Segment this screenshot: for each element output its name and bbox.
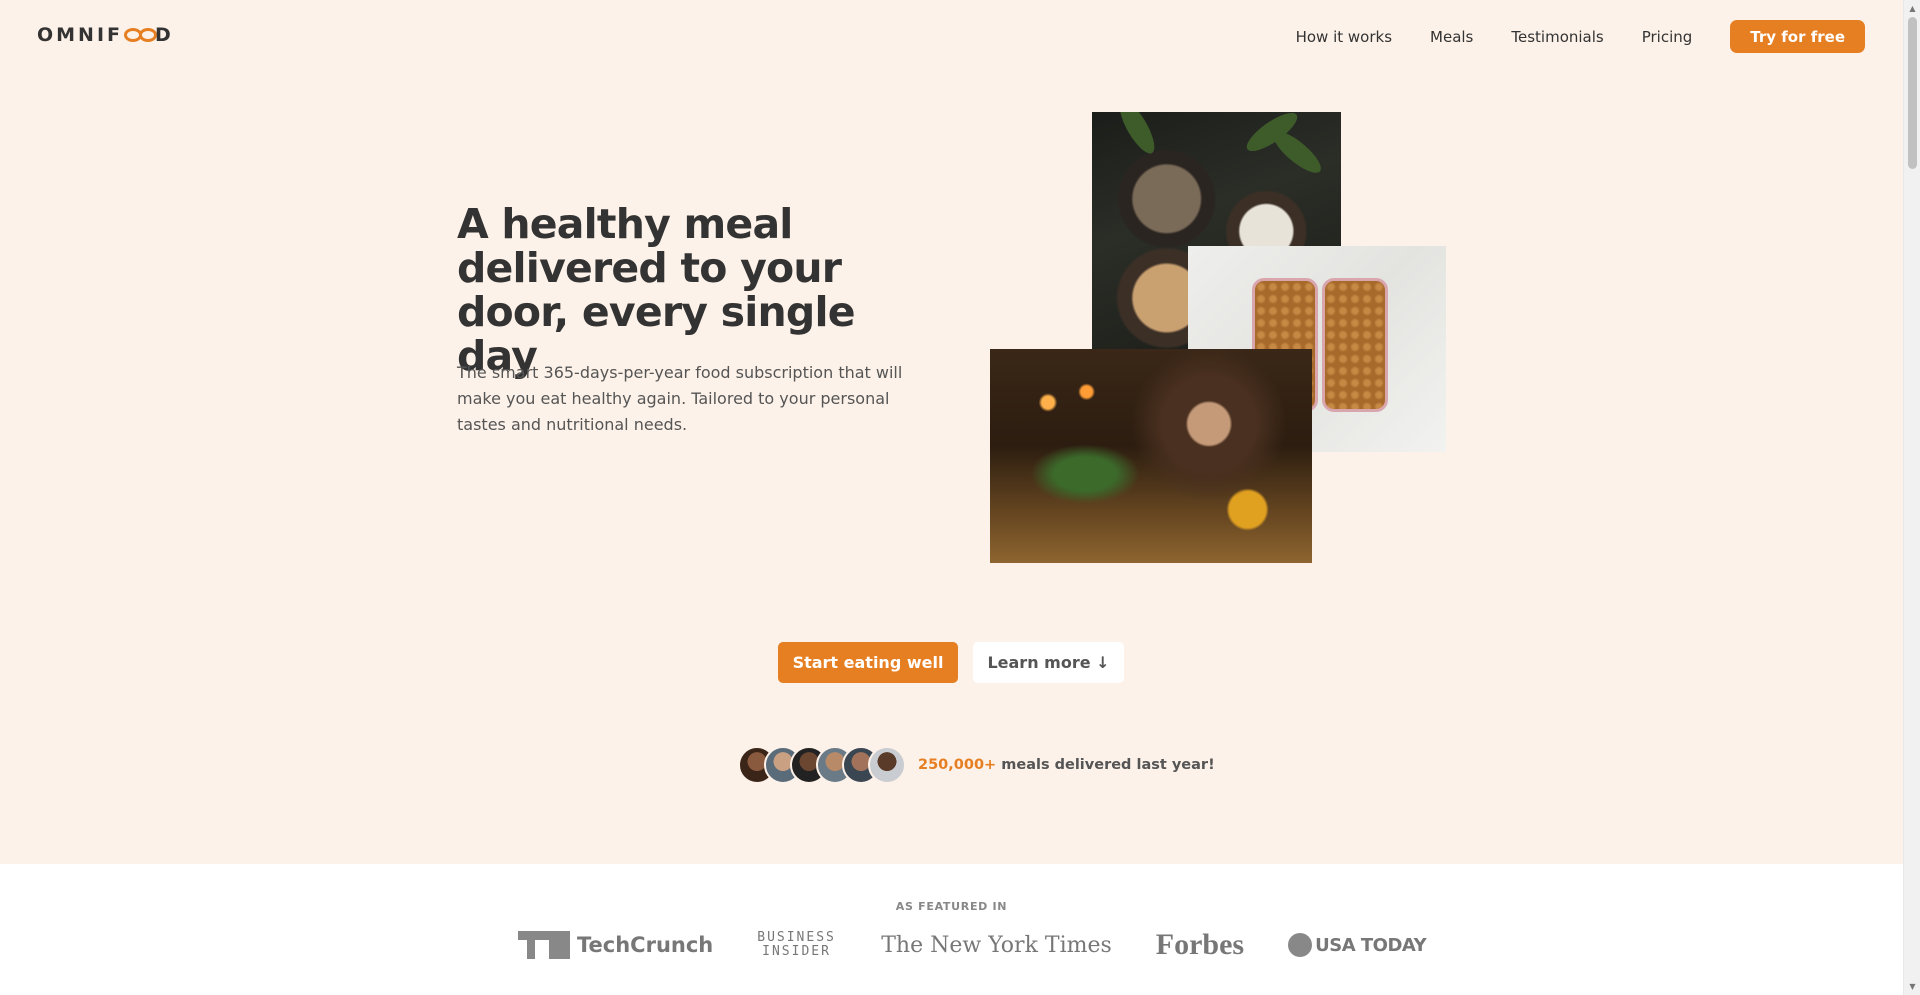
nyt-logo: The New York Times [881,932,1112,958]
usa-today-dot-icon [1288,933,1313,957]
start-eating-well-button[interactable]: Start eating well [778,642,958,683]
scroll-thumb[interactable] [1908,17,1917,169]
customer-avatars [738,746,906,784]
nav-pricing[interactable]: Pricing [1642,28,1693,46]
business-insider-logo: BUSINESS INSIDER [757,930,836,959]
techcrunch-mark-icon [518,931,570,959]
main-nav: How it works Meals Testimonials Pricing … [1258,20,1865,53]
delivered-meals: 250,000+ meals delivered last year! [738,746,1215,784]
nav-testimonials[interactable]: Testimonials [1511,28,1603,46]
learn-more-button[interactable]: Learn more ↓ [973,642,1124,683]
logo-infinity-icon [124,28,158,42]
featured-in-section: AS FEATURED IN TechCrunch BUSINESS INSIDE… [0,864,1903,995]
hero-buttons: Start eating well Learn more ↓ [778,642,1124,683]
delivered-text: 250,000+ meals delivered last year! [918,757,1215,773]
techcrunch-logo: TechCrunch [518,931,713,959]
forbes-logo: Forbes [1155,928,1245,961]
try-for-free-button[interactable]: Try for free [1730,20,1865,53]
page: OMNIF D How it works Meals Testimonials … [0,0,1903,995]
woman-eating-image [990,349,1312,563]
hero-section: A healthy meal delivered to your door, e… [0,70,1903,864]
hero-title: A healthy meal delivered to your door, e… [457,200,856,380]
featured-heading: AS FEATURED IN [895,900,1008,913]
delivered-label: meals delivered last year! [996,757,1215,773]
scroll-up-icon[interactable]: ▲ [1904,0,1920,17]
usa-today-logo: USA TODAY [1288,933,1427,957]
page-scrollbar[interactable]: ▲ ▼ [1903,0,1920,995]
hero-description: The smart 365-days-per-year food subscri… [457,363,903,434]
avatar [868,746,906,784]
press-logos: TechCrunch BUSINESS INSIDER The New York … [518,928,1470,962]
nav-how-it-works[interactable]: How it works [1296,28,1392,46]
scroll-down-icon[interactable]: ▼ [1904,978,1920,995]
omnifood-logo[interactable]: OMNIF D [37,24,174,46]
delivered-number: 250,000+ [918,757,997,773]
site-header: OMNIF D How it works Meals Testimonials … [0,0,1903,70]
nav-meals[interactable]: Meals [1430,28,1473,46]
